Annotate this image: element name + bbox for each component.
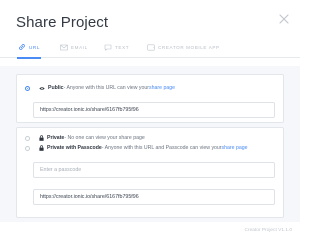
share-options-panel: Public - Anyone with this URL can view y… — [0, 66, 300, 222]
public-description: - Anyone with this URL can view your — [63, 85, 150, 91]
public-radio[interactable] — [25, 85, 30, 91]
public-url-field[interactable]: https://creator.ionic.io/share/6167fb795… — [33, 102, 275, 118]
private-label: Private — [47, 135, 65, 141]
close-icon[interactable] — [278, 13, 290, 25]
passcode-input[interactable]: Enter a passcode — [33, 162, 275, 178]
tab-url-label: URL — [29, 44, 40, 50]
passcode-share-page-link[interactable]: share page — [222, 145, 248, 151]
private-description: - No one can view your share page — [64, 135, 145, 141]
phone-icon — [147, 44, 155, 51]
tab-email-label: EMAIL — [71, 44, 88, 50]
public-option-row: Public - Anyone with this URL can view y… — [25, 83, 275, 93]
passcode-url-field[interactable]: https://creator.ionic.io/share/6167fb795… — [33, 189, 275, 205]
private-option-card: Private - No one can view your share pag… — [16, 127, 284, 218]
tab-creator-mobile-app[interactable]: CREATOR MOBILE APP — [147, 36, 220, 58]
public-option-card: Public - Anyone with this URL can view y… — [16, 74, 284, 123]
tab-text-label: TEXT — [115, 44, 130, 50]
passcode-label: Private with Passcode — [47, 145, 102, 151]
mail-icon — [60, 44, 68, 51]
version-label: Creator Project V1.1.0 — [244, 228, 292, 233]
passcode-radio[interactable] — [25, 145, 30, 151]
passcode-description: - Anyone with this URL and Passcode can … — [101, 145, 222, 151]
lock-icon — [39, 145, 44, 151]
link-icon — [18, 43, 26, 51]
public-label: Public — [48, 85, 64, 91]
private-option-row: Private - No one can view your share pag… — [25, 133, 275, 143]
tab-creator-mobile-app-label: CREATOR MOBILE APP — [158, 44, 220, 50]
chat-icon — [104, 44, 112, 51]
tab-url[interactable]: URL — [17, 36, 41, 59]
lock-icon — [39, 135, 44, 141]
share-project-dialog: Share Project URL EMAIL TEXT CREATOR MOB… — [0, 0, 300, 236]
private-radio[interactable] — [25, 135, 30, 141]
eye-icon — [39, 86, 45, 91]
tab-email[interactable]: EMAIL — [60, 36, 88, 58]
tab-text[interactable]: TEXT — [104, 36, 129, 58]
dialog-title: Share Project — [16, 14, 109, 31]
passcode-option-row: Private with Passcode - Anyone with this… — [25, 143, 275, 153]
share-tabs: URL EMAIL TEXT CREATOR MOBILE APP — [0, 36, 300, 59]
public-share-page-link[interactable]: share page — [149, 85, 175, 91]
